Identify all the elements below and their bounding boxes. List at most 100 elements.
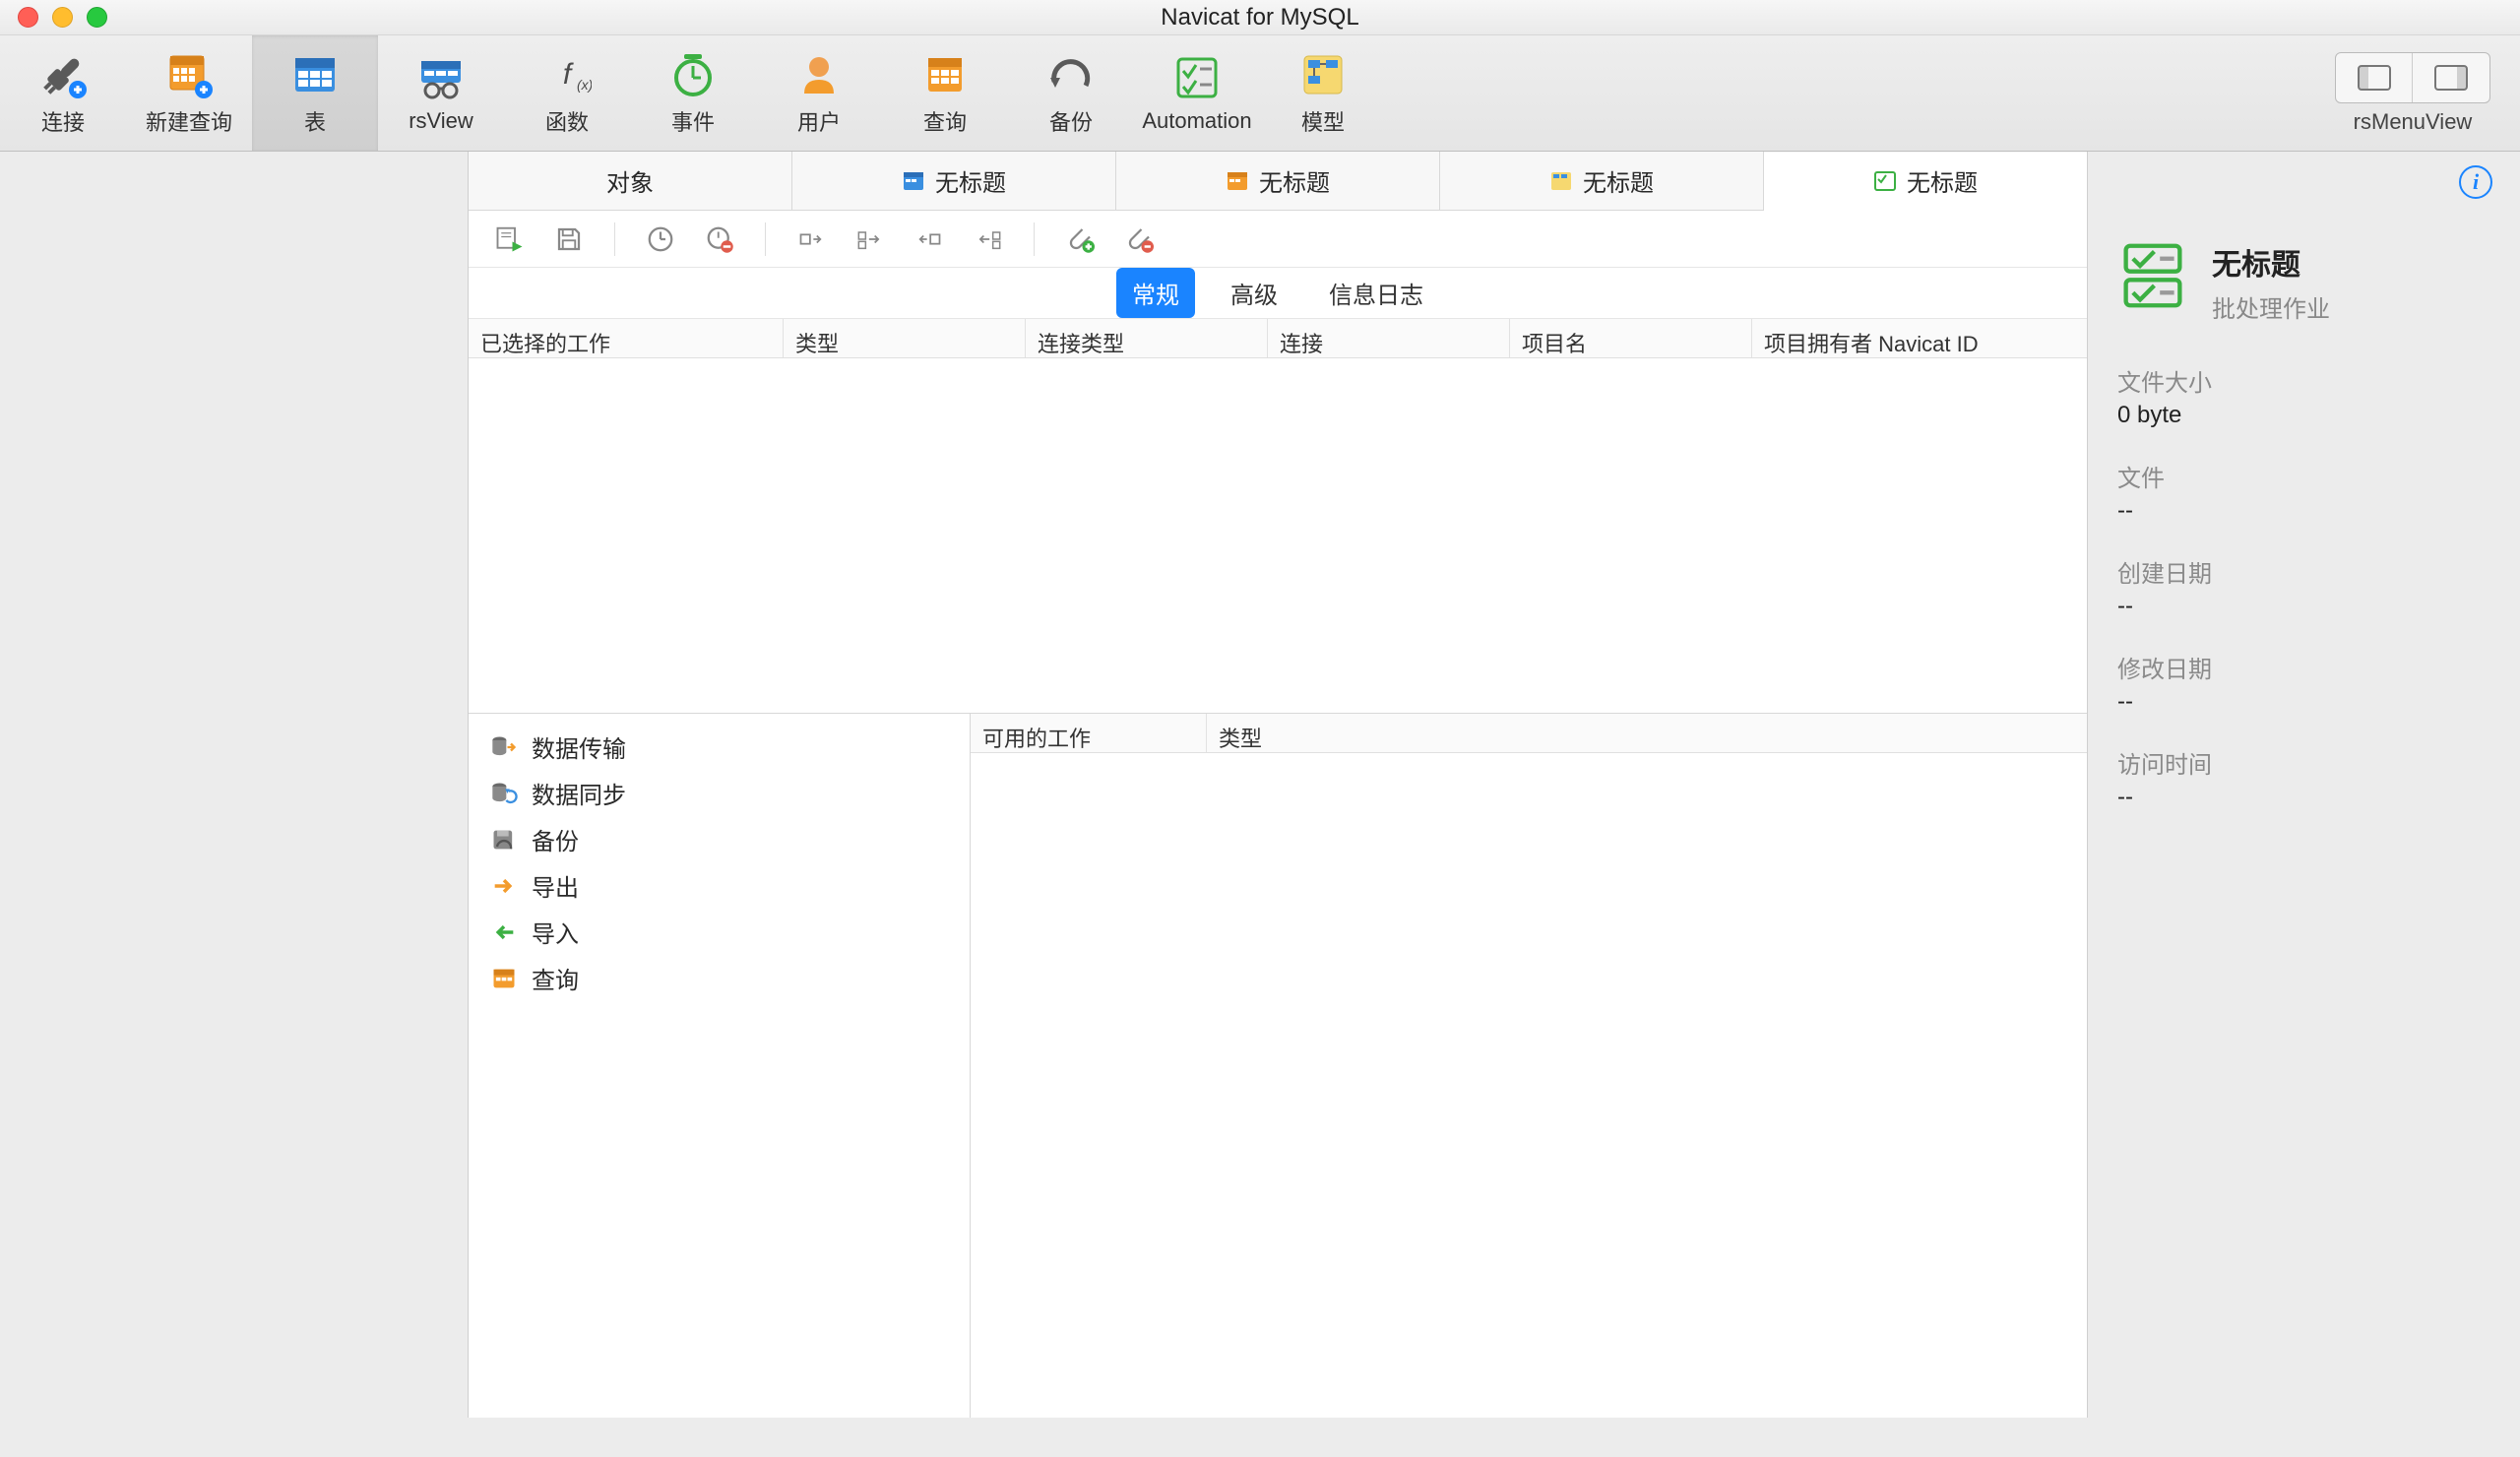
- info-icon[interactable]: i: [2459, 165, 2492, 199]
- new-query-icon: [164, 50, 214, 99]
- batch-job-icon: [2117, 240, 2188, 311]
- task-backup[interactable]: 备份: [490, 816, 948, 862]
- col-available-type[interactable]: 类型: [1207, 714, 2087, 752]
- lower-split: 数据传输 数据同步 备份 导出 导入: [469, 713, 2087, 1418]
- available-jobs-header: 可用的工作 类型: [971, 714, 2087, 753]
- toolbar-event[interactable]: 事件: [630, 35, 756, 151]
- subtab-advanced[interactable]: 高级: [1215, 268, 1293, 318]
- move-out-icon[interactable]: [912, 222, 947, 257]
- subtab-general[interactable]: 常规: [1116, 268, 1195, 318]
- toolbar-table[interactable]: 表: [252, 35, 378, 151]
- remove-attachment-icon[interactable]: [1121, 222, 1157, 257]
- selected-jobs-body[interactable]: [469, 358, 2087, 713]
- toolbar-query-label: 查询: [923, 105, 967, 137]
- traffic-lights: [0, 7, 107, 28]
- tab-objects[interactable]: 对象: [469, 152, 792, 210]
- svg-text:(x): (x): [577, 77, 592, 93]
- toolbar-connection-label: 连接: [41, 105, 85, 137]
- schedule-icon[interactable]: [643, 222, 678, 257]
- toolbar-backup[interactable]: 备份: [1008, 35, 1134, 151]
- toolbar-automation[interactable]: Automation: [1134, 35, 1260, 151]
- export-icon: [490, 872, 518, 900]
- task-query[interactable]: 查询: [490, 955, 948, 1001]
- selected-jobs-grid: 已选择的工作 类型 连接类型 连接 项目名 项目拥有者 Navicat ID: [469, 319, 2087, 713]
- task-import[interactable]: 导入: [490, 909, 948, 955]
- inspector-header: 无标题 批处理作业: [2117, 240, 2490, 324]
- task-query-label: 查询: [532, 961, 579, 995]
- tab-untitled-1[interactable]: 无标题: [792, 152, 1116, 210]
- toolbar-function-label: 函数: [545, 105, 589, 137]
- tab-model-icon: [1549, 169, 1573, 193]
- window-title: Navicat for MySQL: [1161, 4, 1358, 32]
- inspector-panel: i 无标题 批处理作业 文件大小0 byte 文件-- 创建日期-- 修改日期-…: [2087, 152, 2520, 1418]
- selected-jobs-header: 已选择的工作 类型 连接类型 连接 项目名 项目拥有者 Navicat ID: [469, 319, 2087, 358]
- subtab-infolog[interactable]: 信息日志: [1313, 268, 1439, 318]
- toolbar-new-query[interactable]: 新建查询: [126, 35, 252, 151]
- task-data-sync[interactable]: 数据同步: [490, 770, 948, 816]
- main-area: 对象 无标题 无标题 无标题 无标题: [469, 152, 2087, 1418]
- col-selected-work[interactable]: 已选择的工作: [469, 319, 784, 357]
- import-icon: [490, 919, 518, 946]
- access-label: 访问时间: [2117, 745, 2490, 780]
- col-available-work[interactable]: 可用的工作: [971, 714, 1207, 752]
- toolbar-rsview-label: rsView: [409, 108, 473, 134]
- col-project-owner[interactable]: 项目拥有者 Navicat ID: [1752, 319, 2087, 357]
- file-label: 文件: [2117, 459, 2490, 493]
- query-icon: [920, 50, 970, 99]
- toolbar-automation-label: Automation: [1142, 108, 1251, 134]
- filesize-label: 文件大小: [2117, 363, 2490, 398]
- col-connection[interactable]: 连接: [1268, 319, 1510, 357]
- task-export[interactable]: 导出: [490, 862, 948, 909]
- save-icon[interactable]: [551, 222, 587, 257]
- tab-untitled-1-label: 无标题: [935, 163, 1006, 198]
- toolbar-table-label: 表: [304, 105, 326, 137]
- tab-query-icon: [902, 169, 925, 193]
- toolbar-event-label: 事件: [671, 105, 715, 137]
- col-type[interactable]: 类型: [784, 319, 1026, 357]
- created-value: --: [2117, 593, 2490, 620]
- tab-untitled-4[interactable]: 无标题: [1764, 153, 2087, 211]
- remove-schedule-icon[interactable]: [702, 222, 737, 257]
- left-sidebar: [0, 152, 469, 1418]
- backup-small-icon: [490, 826, 518, 854]
- tab-query-icon: [1226, 169, 1249, 193]
- close-window-icon[interactable]: [18, 7, 38, 28]
- minimize-window-icon[interactable]: [52, 7, 73, 28]
- toolbar-rsview[interactable]: rsView: [378, 35, 504, 151]
- available-jobs-grid: 可用的工作 类型: [971, 714, 2087, 1418]
- move-all-out-icon[interactable]: [971, 222, 1006, 257]
- function-icon: f(x): [542, 50, 592, 99]
- toolbar-query[interactable]: 查询: [882, 35, 1008, 151]
- available-jobs-body[interactable]: [971, 753, 2087, 1457]
- right-panel-toggle[interactable]: [2413, 53, 2489, 102]
- inspector-title: 无标题: [2212, 240, 2330, 284]
- maximize-window-icon[interactable]: [87, 7, 107, 28]
- move-in-icon[interactable]: [793, 222, 829, 257]
- document-tabs: 对象 无标题 无标题 无标题 无标题: [469, 152, 2087, 211]
- run-icon[interactable]: [492, 222, 528, 257]
- add-attachment-icon[interactable]: [1062, 222, 1098, 257]
- move-all-in-icon[interactable]: [852, 222, 888, 257]
- tab-objects-label: 对象: [606, 163, 654, 198]
- modified-value: --: [2117, 688, 2490, 716]
- toolbar-function[interactable]: f(x) 函数: [504, 35, 630, 151]
- rsmenuview: rsMenuView: [2335, 35, 2520, 151]
- toolbar-user-label: 用户: [797, 105, 841, 137]
- access-value: --: [2117, 784, 2490, 811]
- col-connection-type[interactable]: 连接类型: [1026, 319, 1268, 357]
- backup-icon: [1046, 50, 1096, 99]
- tab-untitled-3[interactable]: 无标题: [1440, 152, 1764, 210]
- filesize-value: 0 byte: [2117, 402, 2490, 429]
- tab-untitled-2[interactable]: 无标题: [1116, 152, 1440, 210]
- toolbar-new-query-label: 新建查询: [146, 105, 232, 137]
- toolbar-connection[interactable]: 连接: [0, 35, 126, 151]
- sub-tabs: 常规 高级 信息日志: [469, 268, 2087, 319]
- toolbar-model[interactable]: 模型: [1260, 35, 1386, 151]
- mini-toolbar: [469, 211, 2087, 268]
- task-export-label: 导出: [532, 868, 579, 903]
- user-icon: [794, 50, 844, 99]
- task-data-transfer[interactable]: 数据传输: [490, 724, 948, 770]
- toolbar-user[interactable]: 用户: [756, 35, 882, 151]
- left-panel-toggle[interactable]: [2336, 53, 2413, 102]
- col-project-name[interactable]: 项目名: [1510, 319, 1752, 357]
